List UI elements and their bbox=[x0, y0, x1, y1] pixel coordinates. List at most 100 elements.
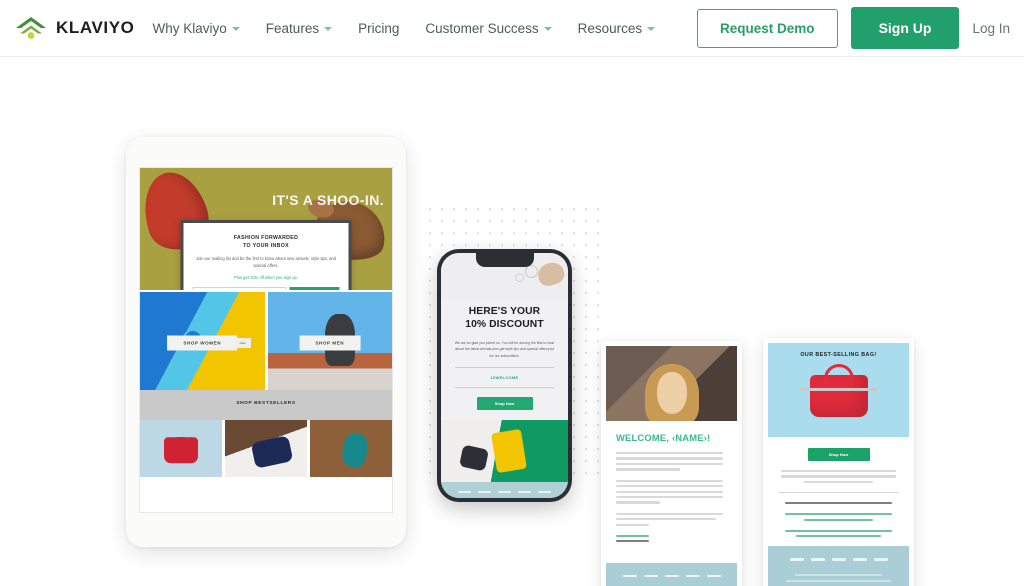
footer-link-contact[interactable] bbox=[706, 574, 721, 577]
footer-link[interactable] bbox=[458, 490, 471, 493]
page-root: KLAVIYO Why Klaviyo Features Pricing Cus… bbox=[0, 0, 1024, 586]
text-line bbox=[616, 462, 723, 466]
signature-line bbox=[616, 534, 650, 537]
bag-email-footer bbox=[768, 546, 909, 586]
text-line bbox=[616, 479, 723, 482]
bag-footer-note bbox=[768, 573, 909, 582]
welcome-email-footer bbox=[606, 562, 737, 586]
brand-logo[interactable]: KLAVIYO bbox=[14, 15, 135, 41]
bag-email-title: OUR BEST-SELLING BAG! bbox=[800, 352, 877, 358]
tile-shop-men[interactable]: SHOP MEN bbox=[264, 292, 392, 390]
chevron-down-icon bbox=[647, 27, 656, 31]
text-line bbox=[616, 490, 723, 493]
brand-name: KLAVIYO bbox=[56, 18, 135, 37]
nav-item-customer-success[interactable]: Customer Success bbox=[425, 21, 552, 36]
text-line bbox=[784, 502, 893, 505]
text-line bbox=[803, 518, 873, 521]
text-line bbox=[616, 523, 650, 526]
welcome-signature bbox=[616, 534, 727, 543]
footer-link-help[interactable] bbox=[664, 574, 679, 577]
tablet-bestsellers-header: SHOP BESTSELLERS bbox=[140, 390, 392, 420]
nav-item-resources[interactable]: Resources bbox=[578, 21, 656, 36]
tile-mini-badge: New bbox=[234, 337, 251, 348]
footer-link-about[interactable] bbox=[643, 574, 658, 577]
footer-link-blog[interactable] bbox=[852, 558, 867, 561]
phone-body-text: We are so glad you joined us. You will b… bbox=[454, 340, 555, 359]
popup-email-input[interactable]: Email Address bbox=[192, 286, 287, 290]
nav-item-why-klaviyo[interactable]: Why Klaviyo bbox=[153, 21, 240, 36]
footer-link-help[interactable] bbox=[831, 558, 846, 561]
divider bbox=[455, 386, 554, 388]
text-line bbox=[784, 513, 893, 516]
text-line bbox=[781, 475, 896, 478]
text-line bbox=[616, 468, 681, 471]
bag-strap bbox=[799, 388, 878, 392]
chevron-down-icon bbox=[543, 27, 552, 31]
tablet-hero-title: IT'S A SHOO-IN. bbox=[272, 192, 384, 208]
popup-form: Email Address Subscribe bbox=[192, 286, 340, 290]
divider bbox=[455, 366, 554, 368]
phone-heading-line2: 10% DISCOUNT bbox=[465, 319, 544, 331]
nav-item-pricing[interactable]: Pricing bbox=[358, 21, 399, 36]
text-line bbox=[803, 480, 873, 484]
phone-shop-now-button[interactable]: Shop Now bbox=[476, 396, 533, 410]
bag-description bbox=[779, 470, 898, 484]
text-line bbox=[795, 535, 882, 538]
sign-up-button[interactable]: Sign Up bbox=[850, 7, 960, 49]
popup-submit-button[interactable]: Subscribe bbox=[289, 286, 340, 290]
email-footer-links bbox=[606, 574, 737, 577]
product-teal-shoe[interactable] bbox=[307, 420, 392, 477]
bag-review-1 bbox=[779, 513, 898, 521]
signature-name-line bbox=[616, 540, 650, 543]
ring-image-small bbox=[515, 273, 524, 282]
footer-link[interactable] bbox=[478, 490, 491, 493]
popup-body-text: Join our mailing list and be the first t… bbox=[196, 256, 336, 268]
footer-link-shop[interactable] bbox=[622, 574, 637, 577]
footer-link[interactable] bbox=[518, 490, 531, 493]
text-line bbox=[616, 512, 723, 515]
ring-image bbox=[525, 265, 538, 278]
log-in-link[interactable]: Log In bbox=[972, 21, 1010, 36]
popup-offer-text: Plus get 10% off when you sign up. bbox=[234, 274, 298, 280]
welcome-email-photo bbox=[606, 346, 737, 421]
footer-link-contact[interactable] bbox=[873, 558, 888, 561]
footer-link[interactable] bbox=[538, 490, 551, 493]
phone-discount-code: 10WELCOME bbox=[490, 374, 519, 380]
footer-note-line bbox=[794, 573, 883, 576]
phone-footer-links bbox=[441, 490, 568, 493]
chevron-down-icon bbox=[231, 27, 240, 31]
header-actions: Request Demo Sign Up Log In bbox=[697, 7, 1010, 49]
nav-item-features[interactable]: Features bbox=[266, 21, 333, 36]
phone-email-body: HERE'S YOUR 10% DISCOUNT We are so glad … bbox=[441, 299, 568, 410]
text-line bbox=[616, 485, 723, 488]
footer-note-line bbox=[786, 579, 891, 582]
popup-heading-line2: TO YOUR INBOX bbox=[243, 243, 289, 250]
product-red-handbag[interactable] bbox=[140, 420, 222, 477]
text-line bbox=[781, 470, 896, 473]
tile-shop-women[interactable]: SHOP WOMEN New bbox=[140, 292, 265, 390]
email-footer-links bbox=[768, 558, 909, 561]
text-line bbox=[616, 518, 716, 521]
footer-link-shop[interactable] bbox=[789, 558, 804, 561]
product-navy-socks[interactable] bbox=[222, 420, 307, 477]
text-line bbox=[616, 452, 723, 455]
bag-shop-now-button[interactable]: Shop Now bbox=[807, 448, 870, 461]
tablet-mockup: IT'S A SHOO-IN. FASHION FORWARDED TO YOU… bbox=[126, 137, 406, 547]
welcome-paragraph-1 bbox=[616, 452, 727, 471]
footer-link-about[interactable] bbox=[810, 558, 825, 561]
tile-label: SHOP MEN bbox=[299, 335, 361, 351]
text-line bbox=[616, 501, 661, 504]
signup-popup: FASHION FORWARDED TO YOUR INBOX Join our… bbox=[180, 220, 352, 290]
tablet-product-row bbox=[140, 420, 392, 477]
bag-email-mockup: OUR BEST-SELLING BAG! Shop Now bbox=[763, 338, 914, 586]
tablet-screen: IT'S A SHOO-IN. FASHION FORWARDED TO YOU… bbox=[139, 167, 393, 513]
klaviyo-arc-logo-icon bbox=[14, 15, 48, 41]
tablet-category-tiles: SHOP WOMEN New SHOP MEN bbox=[140, 290, 392, 390]
chevron-down-icon bbox=[324, 27, 333, 31]
footer-link-blog[interactable] bbox=[685, 574, 700, 577]
phone-email-footer: ©2019 Klaviyo Inc. Boston, MA 02111 bbox=[441, 481, 568, 498]
site-header: KLAVIYO Why Klaviyo Features Pricing Cus… bbox=[0, 0, 1024, 57]
footer-link[interactable] bbox=[498, 490, 511, 493]
request-demo-button[interactable]: Request Demo bbox=[697, 8, 838, 48]
watch-image bbox=[535, 259, 567, 289]
